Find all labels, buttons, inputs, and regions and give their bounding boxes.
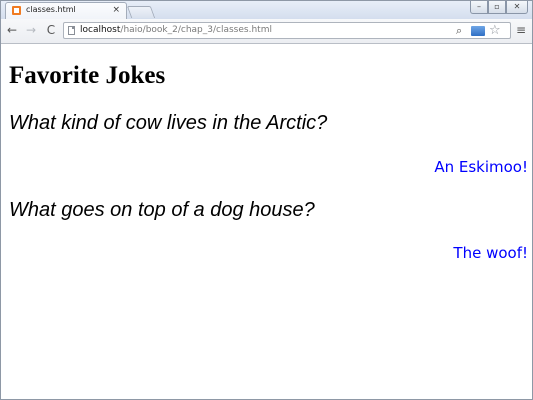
tab-close-icon[interactable]: × bbox=[112, 4, 120, 16]
maximize-button[interactable]: ▫ bbox=[488, 1, 506, 14]
tab-title: classes.html bbox=[26, 5, 76, 14]
page-icon bbox=[68, 26, 75, 35]
page-title: Favorite Jokes bbox=[9, 62, 166, 89]
browser-toolbar: ← → C localhost/haio/book_2/chap_3/class… bbox=[1, 19, 532, 44]
joke-answer: An Eskimoo! bbox=[434, 158, 528, 176]
menu-icon[interactable]: ≡ bbox=[515, 24, 527, 36]
reload-icon[interactable]: C bbox=[44, 23, 58, 37]
address-bar[interactable]: localhost/haio/book_2/chap_3/classes.htm… bbox=[63, 22, 511, 39]
url-text[interactable]: localhost/haio/book_2/chap_3/classes.htm… bbox=[80, 24, 272, 37]
bookmark-star-icon[interactable]: ☆ bbox=[489, 24, 501, 38]
new-tab-button[interactable] bbox=[126, 6, 156, 18]
close-window-button[interactable]: ✕ bbox=[506, 1, 528, 14]
url-host: localhost bbox=[80, 25, 121, 35]
back-arrow-icon[interactable]: ← bbox=[5, 23, 19, 37]
window-controls: – ▫ ✕ bbox=[470, 1, 528, 15]
joke-question: What goes on top of a dog house? bbox=[9, 199, 315, 221]
tab-strip: classes.html × – ▫ ✕ bbox=[1, 1, 532, 19]
forward-arrow-icon[interactable]: → bbox=[24, 23, 38, 37]
zoom-icon[interactable]: ⌕ bbox=[456, 24, 462, 38]
tab-classes-html[interactable]: classes.html × bbox=[5, 2, 127, 19]
minimize-button[interactable]: – bbox=[470, 1, 488, 14]
translate-icon[interactable] bbox=[471, 26, 485, 36]
joke-answer: The woof! bbox=[453, 244, 528, 262]
joke-question: What kind of cow lives in the Arctic? bbox=[9, 112, 328, 134]
page-content: Favorite Jokes What kind of cow lives in… bbox=[1, 44, 532, 399]
html-file-icon bbox=[12, 6, 21, 15]
url-path: /haio/book_2/chap_3/classes.html bbox=[120, 25, 272, 35]
browser-window: classes.html × – ▫ ✕ ← → C localhost/hai… bbox=[0, 0, 533, 400]
address-bar-icons: ⌕ ☆ bbox=[456, 24, 508, 38]
